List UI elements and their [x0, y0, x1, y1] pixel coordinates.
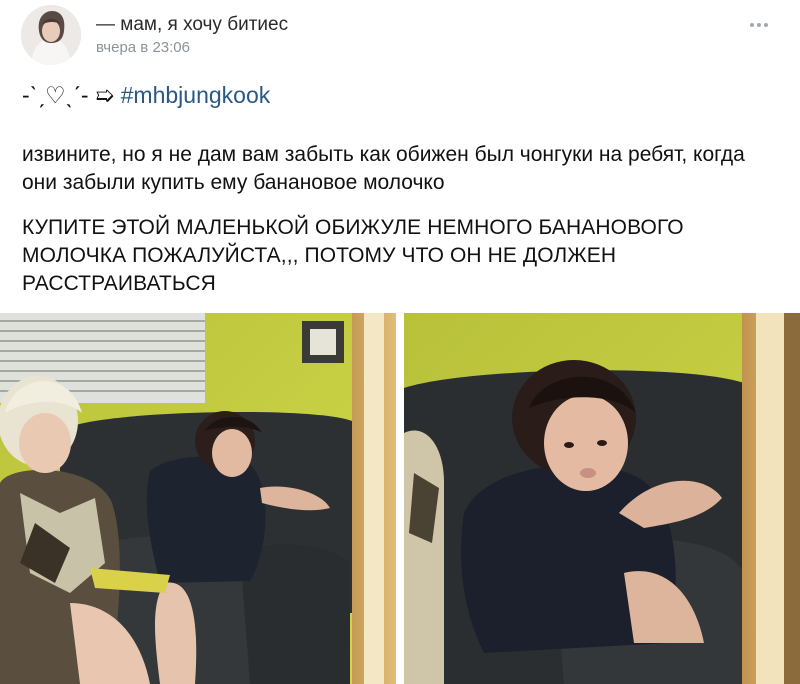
hashtag-link[interactable]: #mhbjungkook — [121, 82, 271, 108]
more-horizontal-icon-dot-3 — [764, 23, 768, 27]
photo-jungkook-sofa-closeup — [404, 313, 800, 684]
post-timestamp[interactable]: вчера в 23:06 — [96, 39, 190, 56]
post-photo-1[interactable] — [0, 313, 396, 684]
author-name[interactable]: — мам, я хочу битиес — [96, 14, 288, 36]
tag-line: -ˋˏ♡ˎˊ- ➯ #mhbjungkook — [22, 82, 270, 109]
more-horizontal-icon-dot-2 — [757, 23, 761, 27]
post-text-paragraph-caps: КУПИТЕ ЭТОЙ МАЛЕНЬКОЙ ОБИЖУЛЕ НЕМНОГО БА… — [22, 216, 684, 295]
photo-jungkook-sofa-wide — [0, 313, 396, 684]
avatar-image — [21, 5, 81, 65]
more-horizontal-icon — [750, 23, 754, 27]
post-photo-2[interactable] — [404, 313, 800, 684]
post-header: — мам, я хочу битиес вчера в 23:06 — [0, 0, 800, 70]
avatar[interactable] — [21, 5, 81, 65]
post-text-paragraph: извините, но я не дам вам забыть как оби… — [22, 143, 745, 194]
more-options-button[interactable] — [744, 14, 774, 36]
tag-decoration: -ˋˏ♡ˎˊ- ➯ — [22, 82, 115, 108]
